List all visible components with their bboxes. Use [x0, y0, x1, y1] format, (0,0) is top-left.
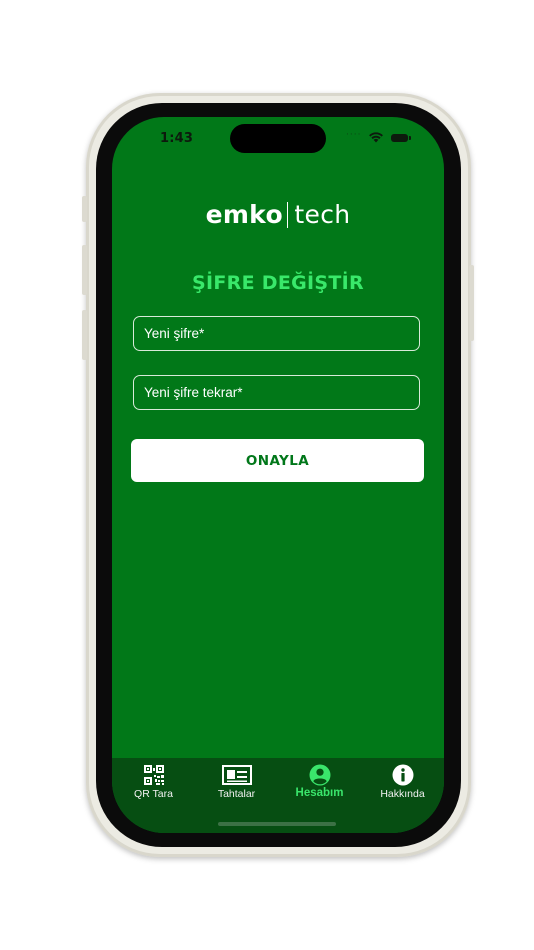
tab-label: QR Tara — [134, 788, 173, 800]
bottom-tab-bar: QR Tara Tahtalar Hesabım Hakkında — [112, 758, 444, 833]
tab-tahtalar[interactable]: Tahtalar — [195, 758, 278, 808]
side-button-silent — [82, 196, 87, 222]
brand-logo-tech: tech — [294, 200, 351, 229]
info-icon — [392, 764, 413, 786]
confirm-button[interactable]: ONAYLA — [131, 439, 424, 482]
tab-label: Hesabım — [295, 787, 344, 799]
brand-divider — [286, 202, 289, 228]
app-screen: 1:43 ···· emko tech ŞİFRE DEĞİŞTİR ONAYLA… — [112, 117, 444, 833]
home-indicator[interactable] — [218, 822, 336, 826]
brand-logo: emko tech — [112, 200, 444, 230]
tab-qr-tara[interactable]: QR Tara — [112, 758, 195, 808]
repeat-password-input[interactable] — [133, 375, 420, 410]
new-password-input[interactable] — [133, 316, 420, 351]
tab-hesabim[interactable]: Hesabım — [278, 758, 361, 808]
side-button-volume-up — [82, 245, 87, 295]
tab-label: Tahtalar — [217, 788, 256, 800]
status-time: 1:43 — [160, 131, 194, 146]
tab-label: Hakkında — [380, 788, 425, 800]
brand-logo-emko: emko — [205, 200, 283, 229]
dynamic-island — [230, 124, 326, 153]
side-button-volume-down — [82, 310, 87, 360]
side-button-power — [469, 265, 474, 341]
page-title: ŞİFRE DEĞİŞTİR — [192, 272, 364, 294]
qr-code-icon — [143, 765, 164, 785]
board-icon — [221, 765, 252, 785]
battery-icon — [391, 134, 411, 142]
wifi-icon — [369, 132, 383, 143]
tab-hakkinda[interactable]: Hakkında — [361, 758, 444, 808]
signal-dots-icon: ···· — [346, 130, 362, 140]
account-icon — [309, 764, 330, 786]
